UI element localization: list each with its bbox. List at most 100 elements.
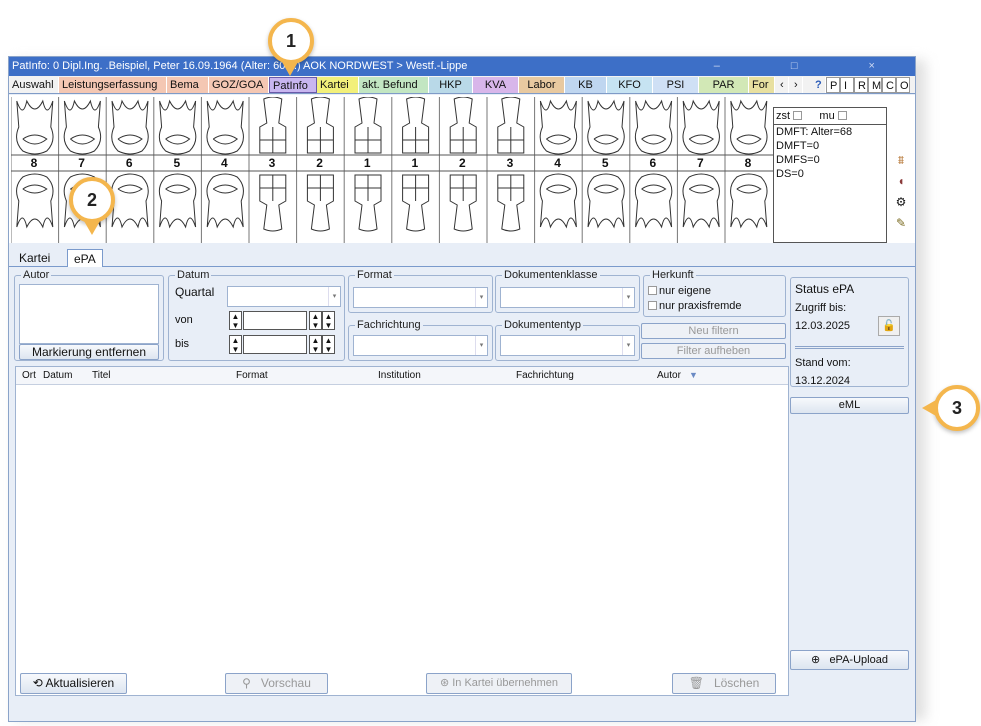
sort-down-icon[interactable]: ▼ <box>689 370 698 380</box>
jaw-icon[interactable]: ◖ <box>889 174 913 192</box>
bis-spinner[interactable]: ▲ ▼ <box>229 335 242 354</box>
status-divider <box>795 346 904 349</box>
fachrichtung-select[interactable]: ▾ <box>353 335 488 356</box>
tab-scroll-right-icon[interactable]: › <box>791 77 803 93</box>
subtab-epa[interactable]: ePA <box>67 249 103 267</box>
callout-2: 2 <box>69 177 115 223</box>
epa-upload-button[interactable]: ⊕ ePA-Upload <box>790 650 909 670</box>
dokumentenklasse-select[interactable]: ▾ <box>500 287 635 308</box>
lower-tooth-shape <box>206 173 244 229</box>
chevron-down-icon: ▾ <box>475 336 487 355</box>
tooth-view-icon[interactable]: ⩩ <box>889 153 913 171</box>
lower-tooth-shape <box>354 174 382 232</box>
tab-hkp[interactable]: HKP <box>429 77 473 93</box>
eml-button[interactable]: eML <box>790 397 909 414</box>
tab-kva[interactable]: KVA <box>473 77 519 93</box>
tab-psi[interactable]: PSI <box>653 77 699 93</box>
main-nav-tabs: Auswahl Leistungserfassung Bema GOZ/GOA … <box>9 76 915 94</box>
lower-tooth-shape <box>402 174 430 232</box>
tab-labor[interactable]: Labor <box>519 77 565 93</box>
nur-praxisfremde-label: nur praxisfremde <box>659 300 742 312</box>
tab-for[interactable]: For <box>749 77 775 93</box>
format-select[interactable]: ▾ <box>353 287 488 308</box>
bis-spinner-3[interactable]: ▲ ▼ <box>322 335 335 354</box>
upper-tooth-shape <box>354 97 382 154</box>
mu-checkbox[interactable] <box>837 111 847 120</box>
col-fachrichtung[interactable]: Fachrichtung <box>516 370 574 381</box>
quick-i-button[interactable]: I <box>840 77 854 93</box>
filter-aufheben-button[interactable]: Filter aufheben <box>641 343 786 359</box>
von-spinner[interactable]: ▲ ▼ <box>229 311 242 330</box>
von-field[interactable] <box>243 311 307 330</box>
lower-tooth-shape <box>539 173 578 229</box>
col-ort[interactable]: Ort <box>22 370 36 381</box>
tab-kfo[interactable]: KFO <box>607 77 653 93</box>
subtab-bar: Kartei ePA <box>9 247 915 267</box>
tab-par[interactable]: PAR <box>699 77 749 93</box>
upper-tooth-shape <box>259 97 287 154</box>
neu-filtern-button[interactable]: Neu filtern <box>641 323 786 339</box>
von-spinner-3[interactable]: ▲ ▼ <box>322 311 335 330</box>
tooth-number: 3 <box>506 156 514 170</box>
lock-icon[interactable]: 🔓 <box>878 316 900 336</box>
quartal-select[interactable]: ▾ <box>227 286 341 307</box>
edit-pen-icon[interactable]: ✎ <box>889 216 913 234</box>
lower-tooth-shape <box>306 174 334 232</box>
settings-icon[interactable]: ⚙ <box>889 195 913 213</box>
autor-list[interactable] <box>19 284 159 344</box>
von-spinner-2[interactable]: ▲ ▼ <box>309 311 322 330</box>
tooth-number: 5 <box>173 156 181 170</box>
in-kartei-uebernehmen-button[interactable]: ⊛ In Kartei übernehmen <box>426 673 572 694</box>
quick-c-button[interactable]: C <box>882 77 896 93</box>
markierung-entfernen-button[interactable]: Markierung entfernen <box>19 344 159 360</box>
tab-auswahl[interactable]: Auswahl <box>9 77 59 93</box>
col-titel[interactable]: Titel <box>92 370 111 381</box>
nur-praxisfremde-checkbox[interactable] <box>648 301 657 310</box>
aktualisieren-button[interactable]: ⟲ Aktualisieren <box>20 673 127 694</box>
upload-icon: ⊕ <box>811 654 821 666</box>
col-datum[interactable]: Datum <box>43 370 72 381</box>
bis-label: bis <box>175 338 190 350</box>
table-header: Ort Datum Titel Format Institution Fachr… <box>16 367 788 385</box>
tooth-number: 8 <box>744 156 752 170</box>
quick-m-button[interactable]: M <box>868 77 882 93</box>
col-institution[interactable]: Institution <box>378 370 421 381</box>
lower-tooth-shape <box>259 174 287 232</box>
chevron-down-icon: ▾ <box>622 336 634 355</box>
upper-tooth-shape <box>587 99 625 155</box>
tab-akt-befund[interactable]: akt. Befund <box>359 77 429 93</box>
quick-r-button[interactable]: R <box>854 77 868 93</box>
quick-o-button[interactable]: O <box>896 77 910 93</box>
tab-goz-goa[interactable]: GOZ/GOA <box>209 77 269 93</box>
loeschen-button[interactable]: 🗑 Löschen <box>672 673 776 694</box>
subtab-kartei[interactable]: Kartei <box>13 249 56 267</box>
tab-kartei-main[interactable]: Kartei <box>317 77 359 93</box>
col-autor[interactable]: Autor <box>657 370 681 381</box>
window-controls[interactable]: – □ × <box>714 57 909 76</box>
quick-p-button[interactable]: P <box>826 77 840 93</box>
tab-scroll-left-icon[interactable]: ‹ <box>777 77 789 93</box>
callout-3: 3 <box>934 385 980 431</box>
bis-spinner-2[interactable]: ▲ ▼ <box>309 335 322 354</box>
vorschau-button[interactable]: ⚲ Vorschau <box>225 673 328 694</box>
tooth-diagram[interactable] <box>11 97 773 243</box>
tab-kb[interactable]: KB <box>565 77 607 93</box>
document-table[interactable]: Ort Datum Titel Format Institution Fachr… <box>15 366 789 696</box>
nur-eigene-checkbox[interactable] <box>648 286 657 295</box>
refresh-icon: ⟲ <box>32 676 43 690</box>
tab-leistungserfassung[interactable]: Leistungserfassung <box>59 77 167 93</box>
upper-tooth-shape <box>634 99 673 155</box>
vorschau-label: Vorschau <box>260 676 311 690</box>
col-format[interactable]: Format <box>236 370 268 381</box>
nur-eigene-option[interactable]: nur eigene <box>648 285 711 297</box>
lower-tooth-shape <box>682 173 720 229</box>
tooth-number: 7 <box>697 156 704 170</box>
cloud-download-icon: ⊛ <box>439 677 450 689</box>
tab-bema[interactable]: Bema <box>167 77 209 93</box>
dokumententyp-select[interactable]: ▾ <box>500 335 635 356</box>
nur-praxisfremde-option[interactable]: nur praxisfremde <box>648 300 742 312</box>
help-icon[interactable]: ? <box>812 77 826 93</box>
bis-field[interactable] <box>243 335 307 354</box>
zst-checkbox[interactable] <box>793 111 803 120</box>
lower-tooth-shape <box>587 173 625 229</box>
